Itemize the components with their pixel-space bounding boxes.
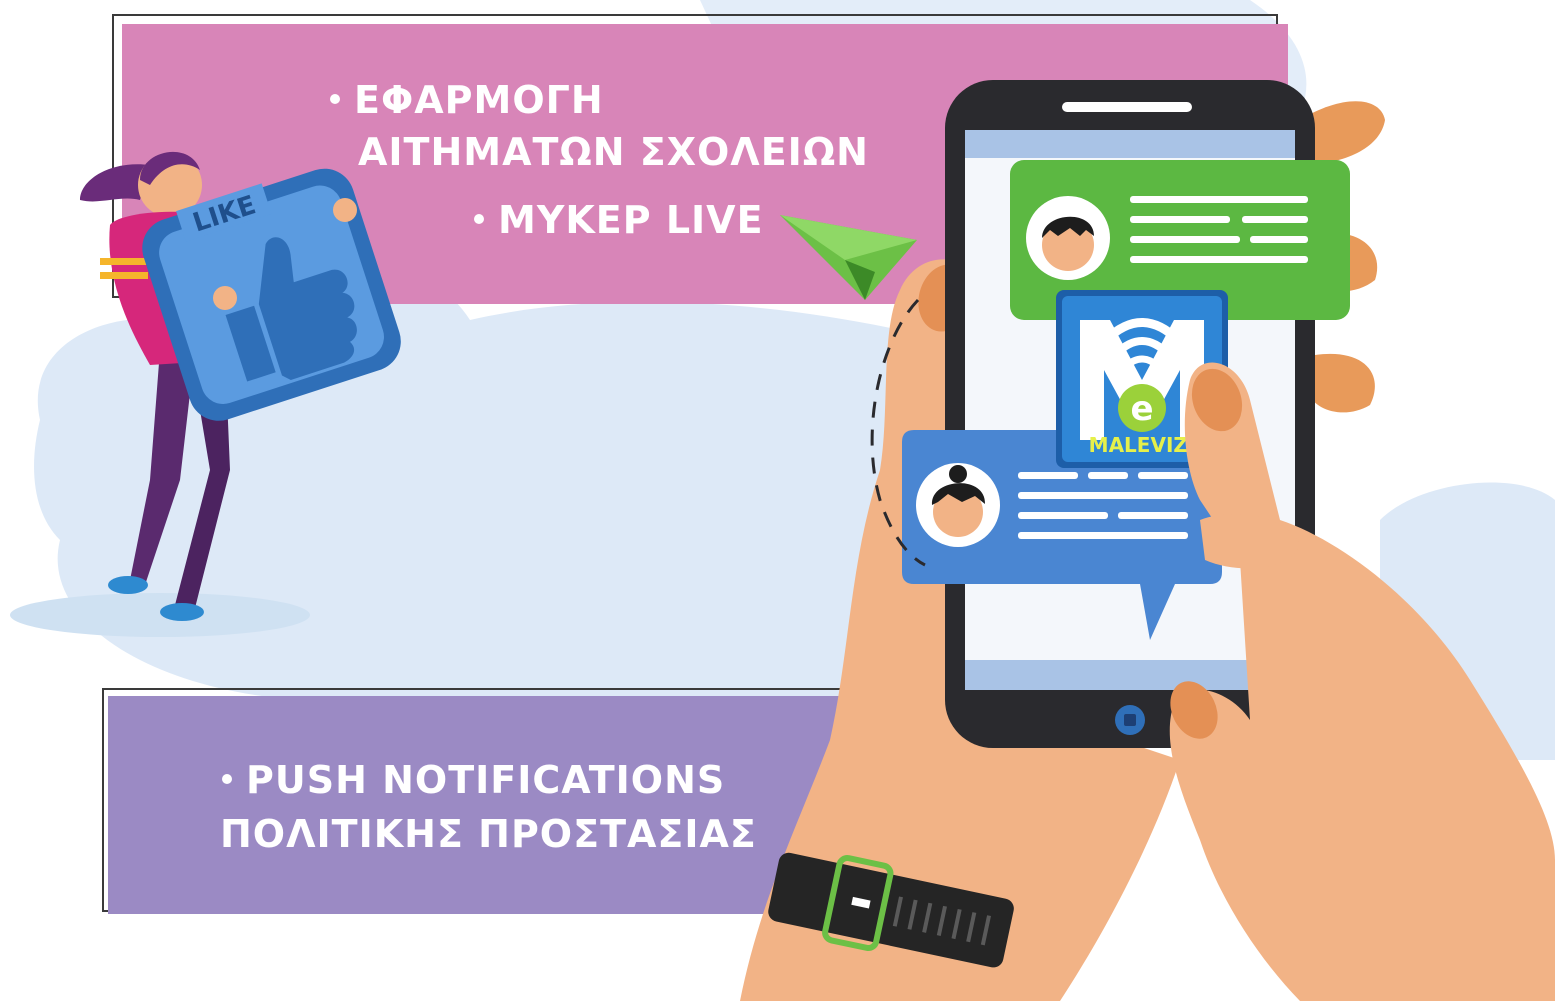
message-line (1118, 512, 1188, 519)
message-line (1088, 472, 1128, 479)
illustration-scene: ΕΦΑΡΜΟΓΗ ΑΙΤΗΜΑΤΩΝ ΣΧΟΛΕΙΩΝ MYKEP LIVE P… (0, 0, 1555, 1001)
phone-screen-footer (965, 660, 1295, 690)
finger (1310, 353, 1375, 413)
message-line (1242, 216, 1308, 223)
message-line (1138, 472, 1188, 479)
app-logo-label: MALEVIZI (1089, 433, 1196, 457)
logo-e-letter: e (1130, 389, 1153, 429)
message-line (1018, 512, 1108, 519)
phone-screen-header (965, 130, 1295, 158)
message-line (1250, 236, 1308, 243)
avatar-hair-bun (949, 465, 967, 483)
message-line (1018, 492, 1188, 499)
message-line (1130, 236, 1240, 243)
message-line (1130, 196, 1308, 203)
message-line (1130, 216, 1230, 223)
phone-speaker (1062, 102, 1192, 112)
hands-and-phone: e MALEVIZI (740, 80, 1555, 1001)
message-line (1018, 532, 1188, 539)
message-line (1018, 472, 1078, 479)
message-line (1130, 256, 1308, 263)
phone-home-button-inner (1124, 714, 1136, 726)
